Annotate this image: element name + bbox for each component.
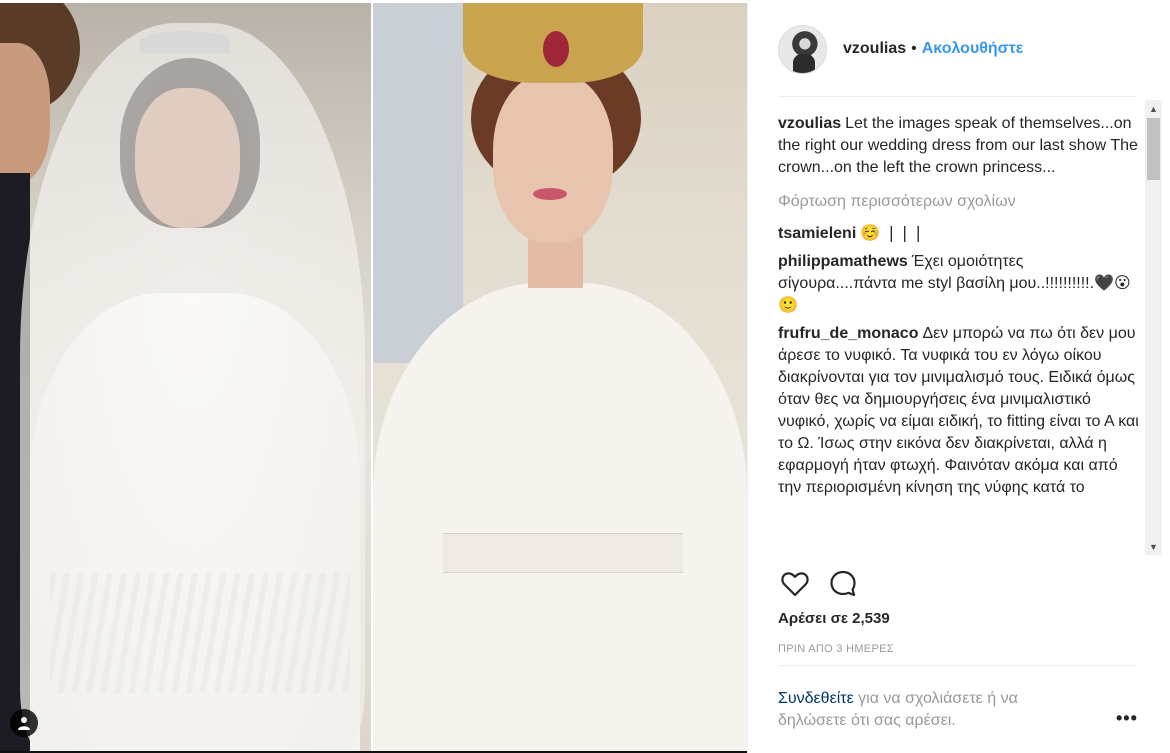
likes-count[interactable]: Αρέσει σε 2,539 bbox=[778, 610, 890, 627]
header-username[interactable]: vzoulias bbox=[843, 40, 906, 58]
scroll-down-arrow-icon[interactable]: ▼ bbox=[1145, 538, 1162, 555]
comment-username[interactable]: philippamathews bbox=[778, 253, 908, 270]
login-prompt: Συνδεθείτε για να σχολιάσετε ή να δηλώσε… bbox=[778, 688, 1078, 732]
comment-text: ☺️ ❘❘❘ bbox=[860, 225, 925, 242]
login-link[interactable]: Συνδεθείτε bbox=[778, 690, 854, 707]
post-timestamp[interactable]: ΠΡΙΝ ΑΠΟ 3 ΗΜΕΡΕΣ bbox=[778, 643, 894, 655]
more-options-button[interactable]: ••• bbox=[1116, 708, 1138, 729]
comment-button[interactable] bbox=[826, 567, 860, 601]
comment-item: philippamathews Έχει ομοιότητες σίγουρα..… bbox=[778, 251, 1140, 317]
caption-username[interactable]: vzoulias bbox=[778, 115, 841, 132]
comments-list[interactable]: vzoulias Let the images speak of themselv… bbox=[778, 113, 1140, 556]
comment-item: tsamieleni ☺️ ❘❘❘ bbox=[778, 223, 1140, 245]
follow-button[interactable]: Ακολουθήστε bbox=[922, 40, 1024, 58]
scroll-up-arrow-icon[interactable]: ▲ bbox=[1145, 100, 1162, 117]
header-divider bbox=[778, 96, 1137, 97]
heart-icon bbox=[781, 572, 809, 597]
post-side-panel: vzoulias • Ακολουθήστε vzoulias Let the i… bbox=[747, 0, 1170, 753]
avatar[interactable] bbox=[778, 24, 827, 74]
post-header: vzoulias • Ακολουθήστε bbox=[778, 24, 1023, 74]
user-icon bbox=[18, 717, 30, 730]
comment-username[interactable]: tsamieleni bbox=[778, 225, 856, 242]
comment-username[interactable]: frufru_de_monaco bbox=[778, 325, 918, 342]
post-caption: vzoulias Let the images speak of themselv… bbox=[778, 113, 1140, 179]
footer-divider bbox=[778, 665, 1137, 666]
left-photo-bride-veil bbox=[0, 3, 371, 751]
post-image[interactable] bbox=[0, 0, 747, 753]
header-separator: • bbox=[911, 40, 917, 57]
post-actions bbox=[778, 567, 874, 601]
speech-bubble-icon bbox=[830, 570, 856, 597]
right-photo-model-crown bbox=[373, 3, 747, 751]
like-button[interactable] bbox=[778, 567, 812, 601]
user-tag-button[interactable] bbox=[10, 709, 38, 737]
comments-scrollbar[interactable]: ▲ ▼ bbox=[1145, 100, 1162, 555]
load-more-comments-button[interactable]: Φόρτωση περισσότερων σχολίων bbox=[778, 191, 1140, 213]
comment-item: frufru_de_monaco Δεν μπορώ να πω ότι δεν … bbox=[778, 323, 1140, 499]
scrollbar-thumb[interactable] bbox=[1147, 118, 1160, 180]
comment-text: Δεν μπορώ να πω ότι δεν μου άρεσε το νυφ… bbox=[778, 325, 1139, 496]
